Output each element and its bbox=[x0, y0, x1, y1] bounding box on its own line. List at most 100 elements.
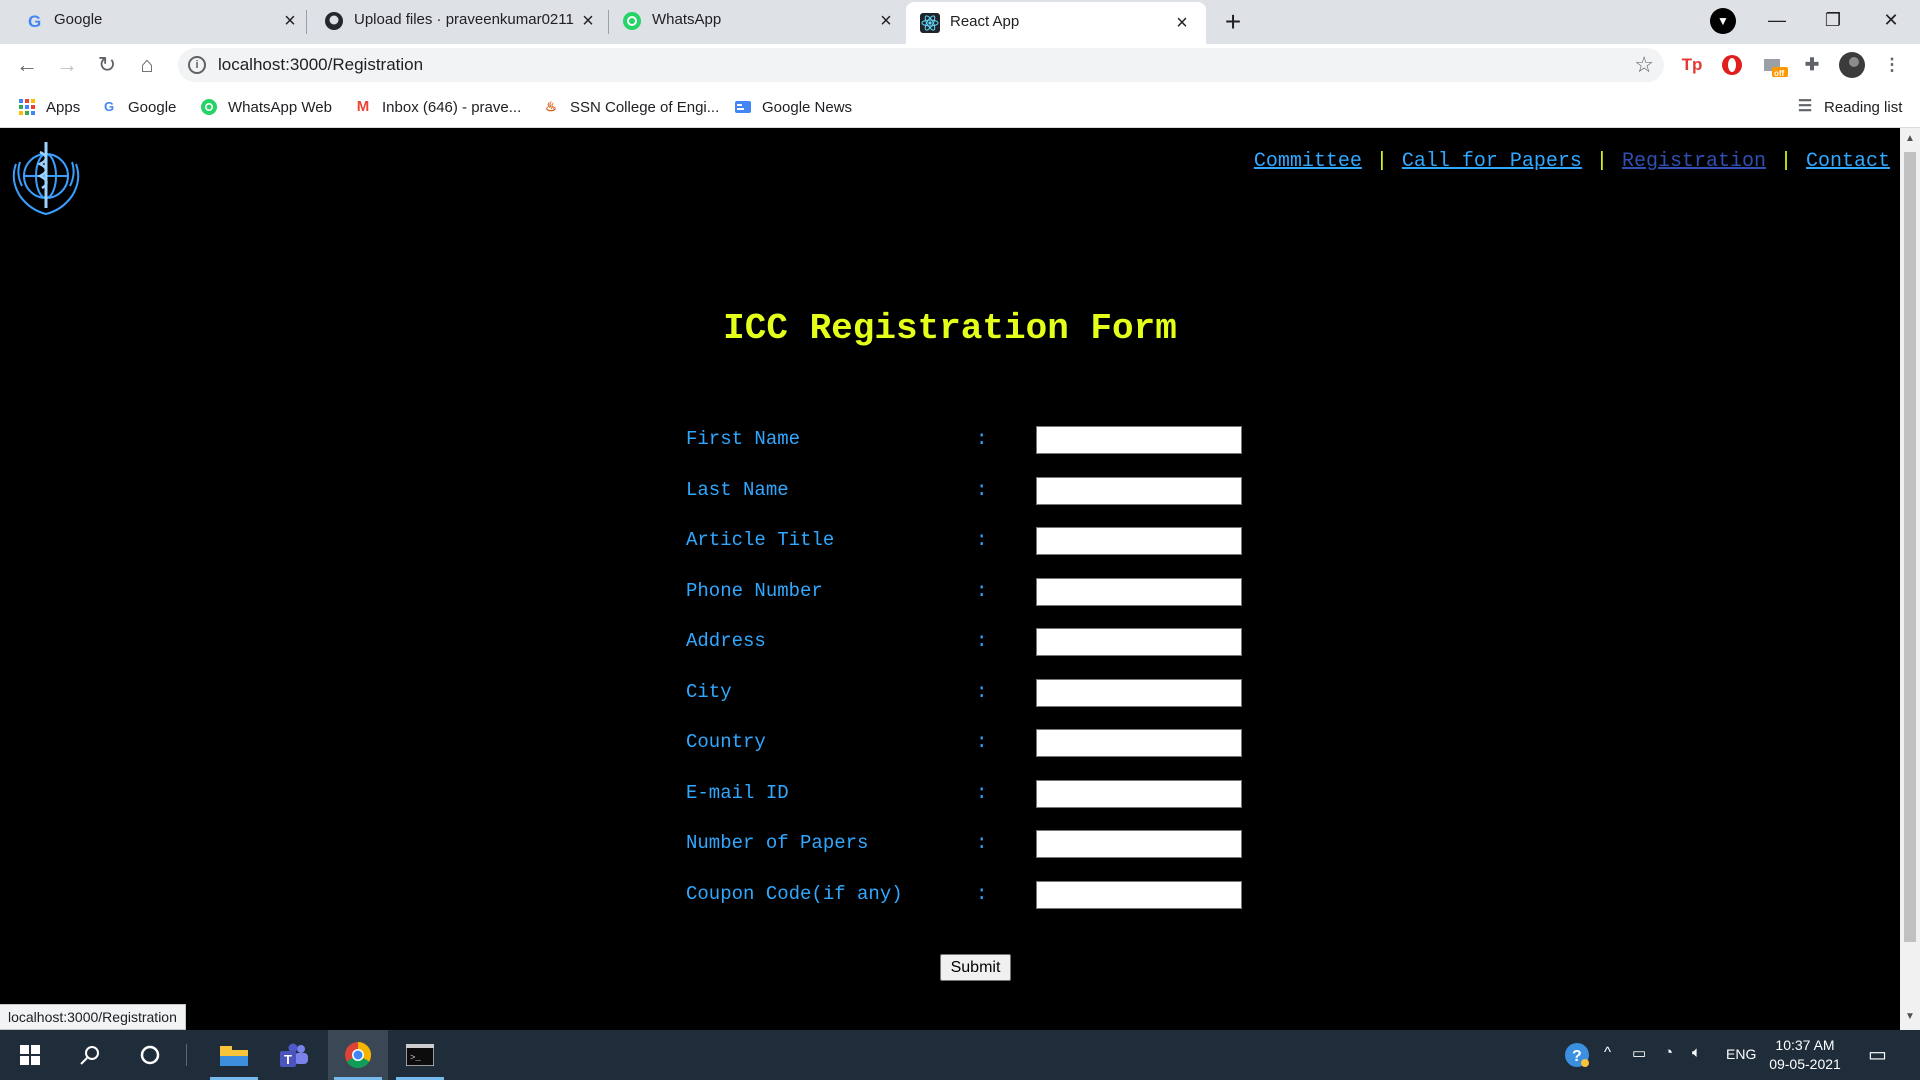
profile-avatar[interactable] bbox=[1838, 51, 1866, 79]
country-input[interactable] bbox=[1036, 729, 1242, 757]
bookmark-google-news[interactable]: Google News bbox=[734, 96, 852, 118]
new-tab-button[interactable]: + bbox=[1216, 6, 1250, 40]
forward-icon[interactable]: → bbox=[52, 50, 82, 80]
scroll-down-icon[interactable]: ▼ bbox=[1904, 1010, 1916, 1024]
close-tab-icon[interactable]: × bbox=[576, 9, 600, 33]
form-row-first-name: First Name : bbox=[686, 426, 1246, 454]
bookmark-ssn[interactable]: ♨ SSN College of Engi... bbox=[542, 96, 719, 118]
search-icon[interactable] bbox=[60, 1030, 120, 1080]
nav-link-committee[interactable]: Committee bbox=[1254, 150, 1362, 173]
scroll-up-icon[interactable]: ▲ bbox=[1904, 132, 1916, 146]
article-title-input[interactable] bbox=[1036, 527, 1242, 555]
menu-kebab-icon[interactable]: ⋮ bbox=[1878, 51, 1906, 79]
help-icon[interactable]: ? bbox=[1564, 1042, 1590, 1072]
opera-extension-icon[interactable] bbox=[1718, 51, 1746, 79]
reading-list-button[interactable]: ☰ Reading list bbox=[1796, 96, 1903, 118]
close-tab-icon[interactable]: × bbox=[1170, 11, 1194, 35]
bookmark-label: WhatsApp Web bbox=[228, 98, 332, 116]
tp-extension-icon[interactable]: Tp bbox=[1678, 51, 1706, 79]
minimize-icon[interactable]: — bbox=[1754, 4, 1800, 36]
field-label: City bbox=[686, 681, 732, 703]
field-label: E-mail ID bbox=[686, 782, 789, 804]
nav-link-call-for-papers[interactable]: Call for Papers bbox=[1402, 150, 1582, 173]
last-name-input[interactable] bbox=[1036, 477, 1242, 505]
submit-button[interactable]: Submit bbox=[940, 954, 1011, 981]
show-hidden-icons-icon[interactable]: ^ bbox=[1604, 1044, 1611, 1061]
home-icon[interactable]: ⌂ bbox=[132, 50, 162, 80]
field-colon: : bbox=[976, 529, 988, 551]
bookmark-apps[interactable]: Apps bbox=[18, 96, 80, 118]
tab-whatsapp[interactable]: WhatsApp × bbox=[608, 0, 906, 42]
tab-github[interactable]: Upload files · praveenkumar0211 × bbox=[306, 0, 608, 42]
store-extension-icon[interactable]: off bbox=[1760, 51, 1788, 79]
clock-date: 09-05-2021 bbox=[1769, 1056, 1841, 1072]
coupon-code-input[interactable] bbox=[1036, 881, 1242, 909]
field-label: Phone Number bbox=[686, 580, 823, 602]
email-input[interactable] bbox=[1036, 780, 1242, 808]
page-scrollbar[interactable]: ▲ ▼ bbox=[1900, 128, 1920, 1030]
form-row-country: Country : bbox=[686, 729, 1246, 757]
bookmarks-bar: Apps G Google WhatsApp Web M Inbox (646)… bbox=[0, 86, 1920, 128]
form-row-email: E-mail ID : bbox=[686, 780, 1246, 808]
svg-text:?: ? bbox=[1572, 1048, 1582, 1065]
nav-link-contact[interactable]: Contact bbox=[1806, 150, 1890, 173]
svg-text:>_: >_ bbox=[410, 1053, 421, 1063]
terminal-icon[interactable]: >_ bbox=[390, 1030, 450, 1080]
bookmark-star-icon[interactable]: ☆ bbox=[1634, 52, 1654, 78]
cortana-icon[interactable] bbox=[120, 1030, 180, 1080]
nav-link-registration[interactable]: Registration bbox=[1622, 150, 1766, 173]
field-label: Country bbox=[686, 731, 766, 753]
teams-icon[interactable]: T bbox=[264, 1030, 324, 1080]
github-icon bbox=[325, 12, 343, 30]
number-of-papers-input[interactable] bbox=[1036, 830, 1242, 858]
phone-number-input[interactable] bbox=[1036, 578, 1242, 606]
system-clock[interactable]: 10:37 AM 09-05-2021 bbox=[1760, 1036, 1850, 1074]
react-icon bbox=[920, 13, 940, 33]
close-tab-icon[interactable]: × bbox=[874, 9, 898, 33]
tab-search-icon[interactable]: ▼ bbox=[1710, 8, 1736, 34]
bookmark-google[interactable]: G Google bbox=[100, 96, 176, 118]
file-explorer-icon[interactable] bbox=[204, 1030, 264, 1080]
status-bar-url: localhost:3000/Registration bbox=[0, 1004, 186, 1030]
chrome-taskbar-icon[interactable] bbox=[328, 1030, 388, 1080]
back-icon[interactable]: ← bbox=[12, 50, 42, 80]
bookmark-whatsapp-web[interactable]: WhatsApp Web bbox=[200, 96, 332, 118]
google-news-icon bbox=[735, 101, 751, 113]
tab-react-app[interactable]: React App × bbox=[906, 2, 1206, 44]
battery-icon[interactable]: ▭ bbox=[1632, 1044, 1646, 1062]
field-label: First Name bbox=[686, 428, 801, 450]
wifi-icon[interactable]: ◔ bbox=[1664, 1044, 1673, 1061]
windows-start-icon[interactable] bbox=[0, 1030, 60, 1080]
close-tab-icon[interactable]: × bbox=[278, 9, 302, 33]
tab-google[interactable]: G Google × bbox=[0, 0, 306, 42]
close-window-icon[interactable]: ✕ bbox=[1868, 4, 1914, 36]
extensions-puzzle-icon[interactable]: ✚ bbox=[1798, 51, 1826, 79]
address-bar[interactable]: i localhost:3000/Registration ☆ bbox=[178, 48, 1664, 82]
first-name-input[interactable] bbox=[1036, 426, 1242, 454]
bookmark-label: Google News bbox=[762, 98, 853, 116]
field-label: Article Title bbox=[686, 529, 835, 551]
extension-badge: off bbox=[1774, 69, 1785, 78]
language-indicator[interactable]: ENG bbox=[1726, 1046, 1756, 1062]
volume-icon[interactable]: 🔈︎ bbox=[1692, 1044, 1701, 1061]
field-colon: : bbox=[976, 580, 988, 602]
form-row-city: City : bbox=[686, 679, 1246, 707]
form-row-last-name: Last Name : bbox=[686, 477, 1246, 505]
tab-title: WhatsApp bbox=[652, 11, 722, 28]
scroll-thumb[interactable] bbox=[1904, 152, 1916, 942]
address-input[interactable] bbox=[1036, 628, 1242, 656]
windows-taskbar: T >_ ? ^ ▭ ◔ 🔈︎ ENG 10:37 AM 09-05-2021 … bbox=[0, 1030, 1920, 1080]
browser-toolbar: ← → ↻ ⌂ i localhost:3000/Registration ☆ … bbox=[0, 44, 1920, 86]
field-label: Number of Papers bbox=[686, 832, 869, 854]
google-icon: G bbox=[103, 99, 115, 114]
page-title: ICC Registration Form bbox=[723, 308, 1177, 349]
gmail-icon: M bbox=[356, 98, 370, 115]
notifications-icon[interactable]: ▭ bbox=[1868, 1042, 1887, 1067]
tab-title: Upload files · praveenkumar0211 bbox=[354, 11, 574, 28]
reload-icon[interactable]: ↻ bbox=[92, 50, 122, 80]
restore-icon[interactable]: ❐ bbox=[1810, 4, 1856, 36]
url-text[interactable]: localhost:3000/Registration bbox=[218, 55, 423, 75]
bookmark-inbox[interactable]: M Inbox (646) - prave... bbox=[354, 96, 521, 118]
city-input[interactable] bbox=[1036, 679, 1242, 707]
site-info-icon[interactable]: i bbox=[188, 56, 206, 74]
